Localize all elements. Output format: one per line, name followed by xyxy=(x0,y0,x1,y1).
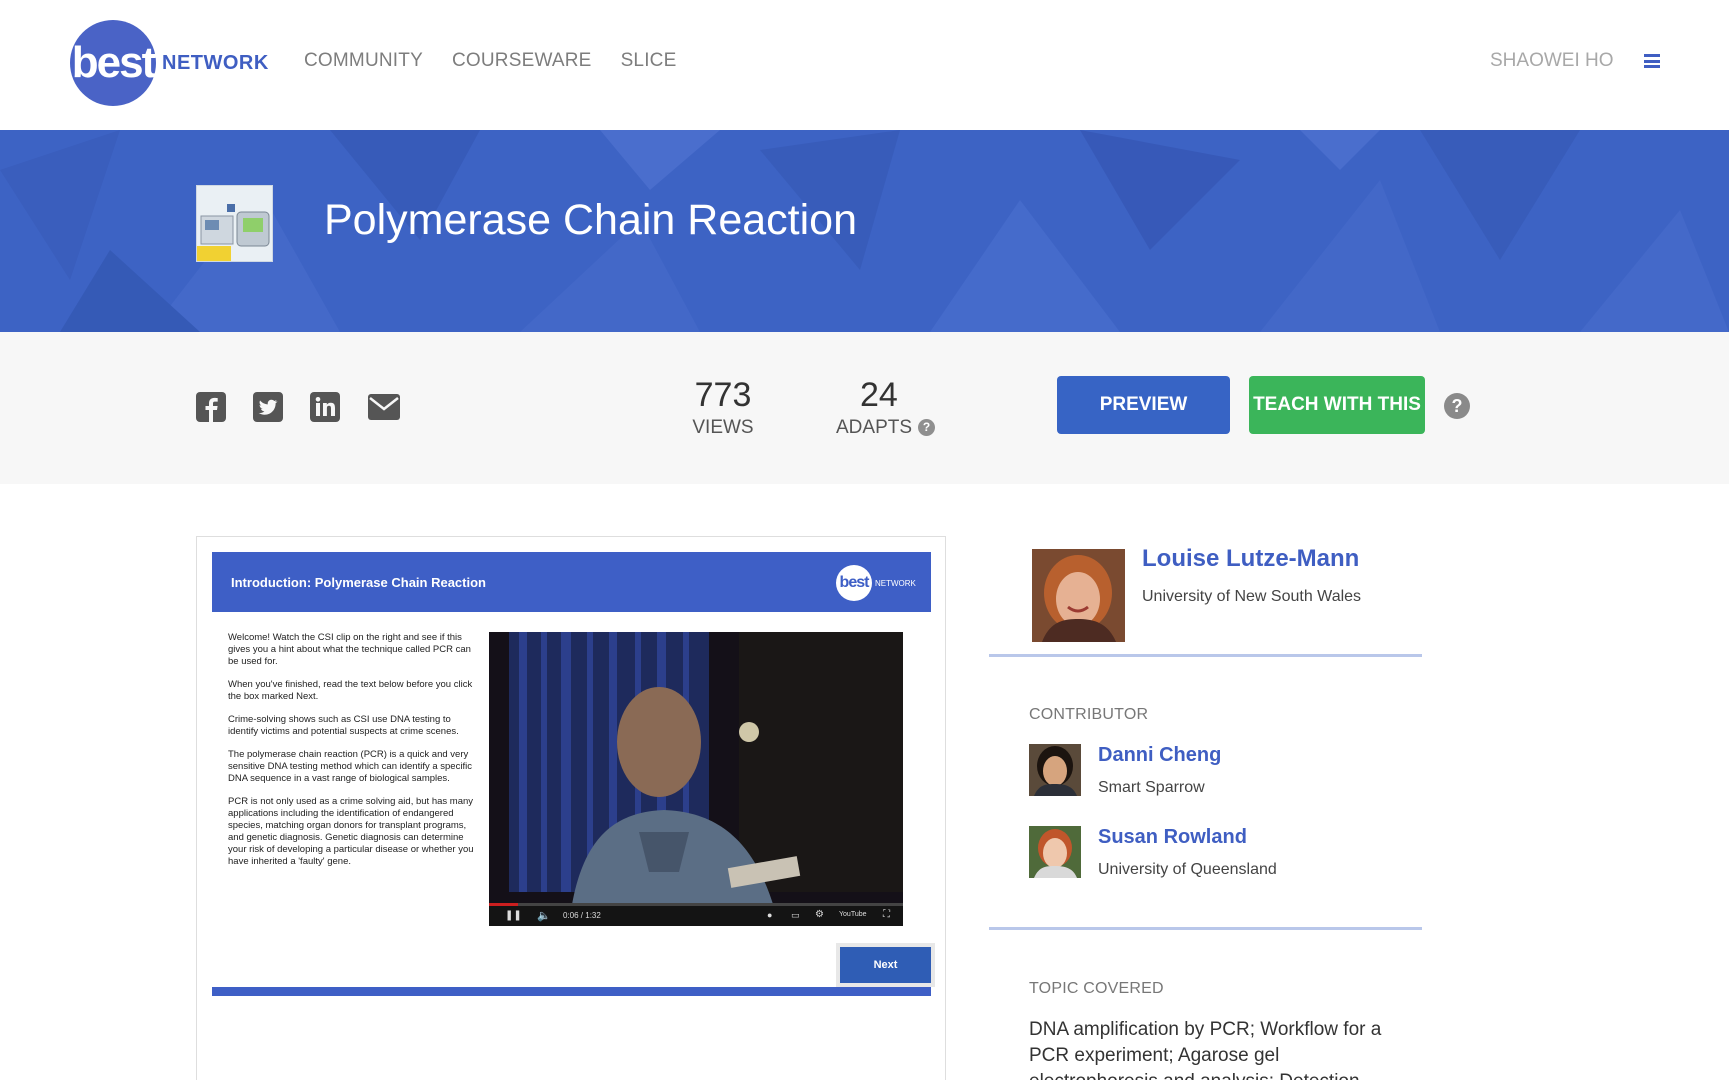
nav-link-community[interactable]: COMMUNITY xyxy=(304,50,423,72)
video-time: 0:06 / 1:32 xyxy=(563,911,601,920)
contributor-organization: University of Queensland xyxy=(1098,861,1277,878)
contributor-avatar[interactable] xyxy=(1029,744,1081,796)
slide-paragraph: PCR is not only used as a crime solving … xyxy=(228,796,474,867)
preview-button[interactable]: PREVIEW xyxy=(1057,376,1230,434)
author-divider xyxy=(989,654,1422,657)
nav-link-courseware[interactable]: COURSEWARE xyxy=(452,50,592,72)
contributor-name[interactable]: Danni Cheng xyxy=(1098,744,1221,767)
views-stat: 773 VIEWS xyxy=(688,376,758,439)
linkedin-share-icon[interactable] xyxy=(310,392,340,422)
views-count: 773 xyxy=(694,376,752,414)
info-icon[interactable]: ● xyxy=(767,910,772,920)
slide-paragraph: When you've finished, read the text belo… xyxy=(228,679,473,702)
contributor-divider xyxy=(989,927,1422,930)
author-name[interactable]: Louise Lutze-Mann xyxy=(1142,545,1359,573)
pause-icon[interactable]: ❚❚ xyxy=(505,910,522,921)
slide-paragraph: Welcome! Watch the CSI clip on the right… xyxy=(228,632,471,667)
main-menu: COMMUNITY COURSEWARE SLICE xyxy=(304,50,676,72)
adapts-label: ADAPTS xyxy=(836,417,913,438)
youtube-logo-icon[interactable]: YouTube xyxy=(839,911,867,918)
views-label: VIEWS xyxy=(692,417,754,438)
teach-with-this-button[interactable]: TEACH WITH THIS xyxy=(1249,376,1425,434)
contributor-heading: CONTRIBUTOR xyxy=(1029,706,1149,723)
adapts-help-icon[interactable]: ? xyxy=(918,419,936,437)
slide-body-text: Welcome! Watch the CSI clip on the right… xyxy=(228,632,474,879)
captions-icon[interactable]: ▭ xyxy=(791,910,800,921)
slide-footer-bar xyxy=(212,987,931,996)
email-share-icon[interactable] xyxy=(368,392,400,422)
adapts-count: 24 xyxy=(860,376,898,414)
slide-paragraph: The polymerase chain reaction (PCR) is a… xyxy=(228,749,472,784)
top-navigation: best NETWORK COMMUNITY COURSEWARE SLICE … xyxy=(0,0,1729,130)
topic-heading: TOPIC COVERED xyxy=(1029,980,1164,997)
slide-logo-wordmark: NETWORK xyxy=(875,578,916,588)
video-controls: ❚❚ 🔈 0:06 / 1:32 ● ▭ ⚙ YouTube ⛶ xyxy=(489,906,903,926)
slide-header: Introduction: Polymerase Chain Reaction … xyxy=(212,552,931,612)
slide-paragraph: Crime-solving shows such as CSI use DNA … xyxy=(228,714,459,737)
contributor-name[interactable]: Susan Rowland xyxy=(1098,826,1247,849)
video-player[interactable]: ❚❚ 🔈 0:06 / 1:32 ● ▭ ⚙ YouTube ⛶ xyxy=(489,632,903,926)
lesson-preview-card: Introduction: Polymerase Chain Reaction … xyxy=(196,536,946,1080)
topic-description: DNA amplification by PCR; Workflow for a… xyxy=(1029,1019,1382,1080)
facebook-share-icon[interactable] xyxy=(196,392,226,422)
author-avatar[interactable] xyxy=(1032,549,1125,642)
logo-mark: best xyxy=(70,20,156,106)
lesson-thumbnail xyxy=(196,185,273,262)
video-frame xyxy=(489,632,903,926)
volume-icon[interactable]: 🔈 xyxy=(537,909,551,922)
user-menu-name[interactable]: SHAOWEI HO xyxy=(1490,50,1614,72)
fullscreen-icon[interactable]: ⛶ xyxy=(883,909,890,920)
slide-logo: best NETWORK xyxy=(836,565,916,601)
slide-next-button[interactable]: Next xyxy=(840,947,931,983)
settings-gear-icon[interactable]: ⚙ xyxy=(815,909,824,920)
contributor-organization: Smart Sparrow xyxy=(1098,779,1205,796)
nav-link-slice[interactable]: SLICE xyxy=(621,50,677,72)
twitter-share-icon[interactable] xyxy=(253,392,283,422)
slide-logo-mark: best xyxy=(836,565,872,601)
site-logo[interactable]: best NETWORK xyxy=(70,20,269,106)
author-organization: University of New South Wales xyxy=(1142,588,1362,605)
hamburger-menu-icon[interactable] xyxy=(1644,54,1660,68)
adapts-label-row: ADAPTS? xyxy=(836,417,956,439)
slide-title: Introduction: Polymerase Chain Reaction xyxy=(231,575,486,590)
logo-wordmark: NETWORK xyxy=(162,51,269,74)
adapts-stat: 24 ADAPTS? xyxy=(836,376,956,439)
contributor-avatar[interactable] xyxy=(1029,826,1081,878)
lesson-title: Polymerase Chain Reaction xyxy=(324,196,857,244)
teach-help-icon[interactable]: ? xyxy=(1444,393,1470,419)
